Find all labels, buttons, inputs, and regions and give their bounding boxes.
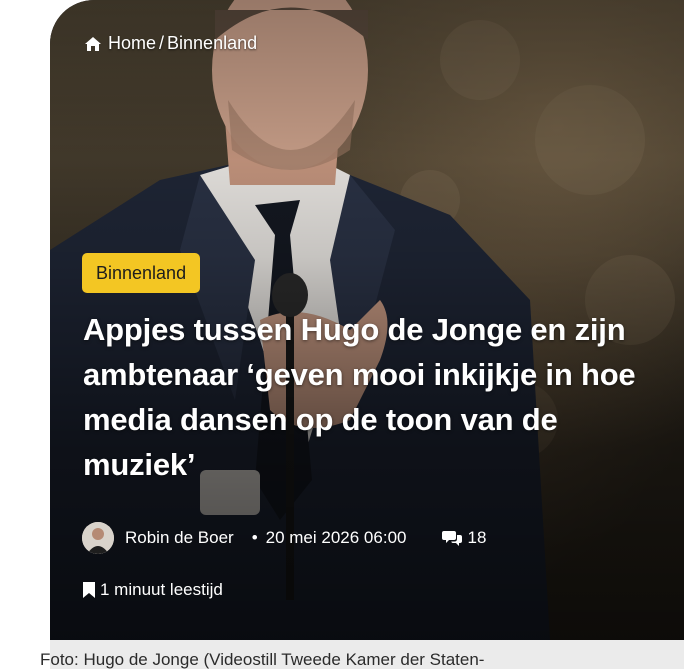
- photo-caption: Foto: Hugo de Jonge (Videostill Tweede K…: [40, 650, 485, 669]
- breadcrumb: Home / Binnenland: [84, 33, 257, 54]
- author-name[interactable]: Robin de Boer: [125, 528, 234, 548]
- breadcrumb-section-link[interactable]: Binnenland: [167, 33, 257, 54]
- category-badge[interactable]: Binnenland: [82, 253, 201, 293]
- article-meta: Robin de Boer • 20 mei 2026 06:00 18: [82, 521, 486, 555]
- author-avatar[interactable]: [82, 522, 114, 554]
- breadcrumb-home-link[interactable]: Home: [108, 33, 156, 54]
- reading-time-label: 1 minuut leestijd: [100, 580, 223, 599]
- publish-date: 20 mei 2026 06:00: [265, 528, 407, 547]
- author-avatar-image: [82, 522, 114, 554]
- meta-separator: •: [251, 528, 258, 547]
- speech-bubbles-icon[interactable]: [442, 530, 463, 546]
- comment-count[interactable]: 18: [467, 528, 486, 548]
- home-icon[interactable]: [84, 36, 102, 52]
- reading-time: 1 minuut leestijd: [83, 580, 223, 600]
- breadcrumb-separator: /: [159, 33, 165, 53]
- article-headline: Appjes tussen Hugo de Jonge en zijn ambt…: [83, 312, 636, 482]
- bookmark-icon: [83, 582, 95, 598]
- article-card: Home / Binnenland Binnenland Appjes tuss…: [50, 0, 684, 669]
